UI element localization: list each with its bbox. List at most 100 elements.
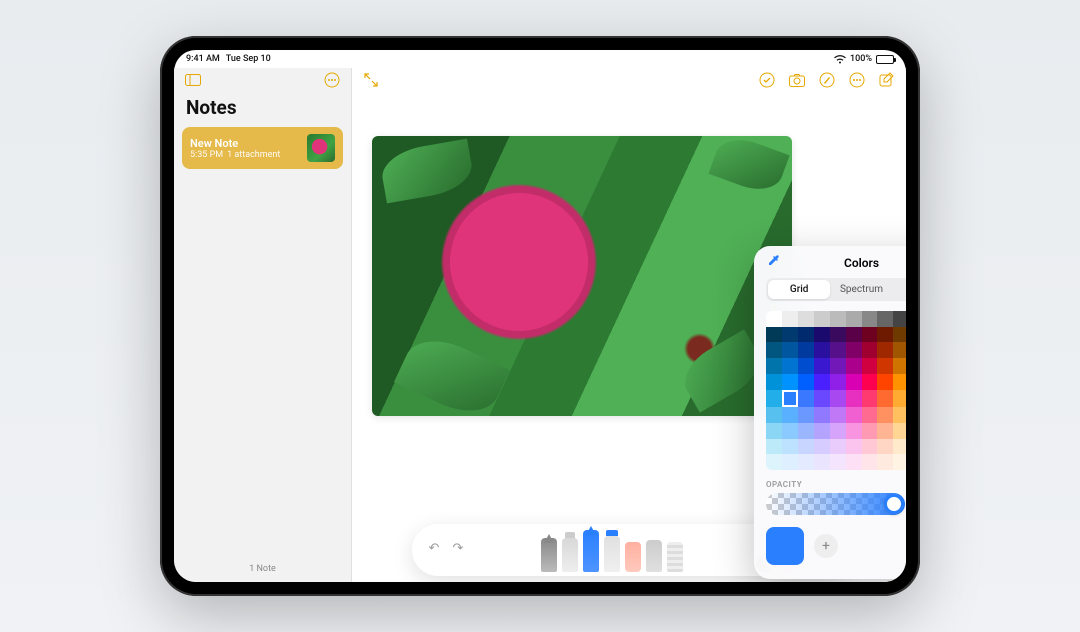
checklist-icon[interactable] — [758, 71, 776, 89]
color-cell[interactable] — [798, 423, 814, 439]
color-cell[interactable] — [814, 327, 830, 343]
undo-button[interactable]: ↶ — [424, 538, 444, 558]
color-cell[interactable] — [846, 358, 862, 374]
color-cell[interactable] — [830, 454, 846, 470]
pencil-tool[interactable] — [583, 530, 599, 572]
opacity-slider-thumb[interactable] — [884, 494, 904, 514]
color-cell[interactable] — [814, 439, 830, 455]
eraser-tool[interactable] — [625, 542, 641, 572]
color-cell[interactable] — [798, 358, 814, 374]
color-cell[interactable] — [877, 311, 893, 327]
eyedropper-icon[interactable] — [766, 253, 782, 273]
expand-icon[interactable] — [362, 71, 380, 89]
color-cell[interactable] — [766, 342, 782, 358]
color-cell[interactable] — [830, 407, 846, 423]
color-cell[interactable] — [814, 407, 830, 423]
color-cell[interactable] — [782, 439, 798, 455]
lasso-tool[interactable] — [646, 540, 662, 572]
color-cell[interactable] — [782, 374, 798, 390]
color-cell[interactable] — [846, 311, 862, 327]
color-cell[interactable] — [862, 342, 878, 358]
color-cell[interactable] — [862, 390, 878, 408]
color-cell[interactable] — [862, 327, 878, 343]
color-cell[interactable] — [814, 358, 830, 374]
color-cell[interactable] — [814, 342, 830, 358]
color-cell[interactable] — [782, 342, 798, 358]
color-cell[interactable] — [766, 407, 782, 423]
color-cell[interactable] — [893, 374, 906, 390]
color-cell[interactable] — [766, 423, 782, 439]
color-cell[interactable] — [846, 454, 862, 470]
color-cell[interactable] — [862, 311, 878, 327]
color-cell[interactable] — [830, 439, 846, 455]
color-cell[interactable] — [846, 407, 862, 423]
color-cell[interactable] — [877, 358, 893, 374]
color-cell[interactable] — [814, 423, 830, 439]
color-cell[interactable] — [893, 407, 906, 423]
color-cell[interactable] — [846, 342, 862, 358]
color-cell[interactable] — [814, 311, 830, 327]
color-cell[interactable] — [862, 374, 878, 390]
color-cell[interactable] — [877, 327, 893, 343]
color-cell[interactable] — [798, 374, 814, 390]
color-cell[interactable] — [893, 342, 906, 358]
pen-tool[interactable] — [541, 538, 557, 572]
color-cell[interactable] — [782, 423, 798, 439]
color-cell[interactable] — [766, 311, 782, 327]
sidebar-toggle-icon[interactable] — [184, 71, 202, 89]
compose-icon[interactable] — [878, 71, 896, 89]
color-cell[interactable] — [830, 327, 846, 343]
color-cell[interactable] — [782, 407, 798, 423]
color-cell[interactable] — [830, 342, 846, 358]
color-cell[interactable] — [862, 407, 878, 423]
redo-button[interactable]: ↷ — [448, 538, 468, 558]
color-cell[interactable] — [893, 439, 906, 455]
color-cell[interactable] — [830, 358, 846, 374]
opacity-slider[interactable] — [766, 493, 905, 515]
colors-tab-spectrum[interactable]: Spectrum — [830, 280, 892, 299]
color-cell[interactable] — [782, 327, 798, 343]
markup-icon[interactable] — [818, 71, 836, 89]
color-cell[interactable] — [893, 423, 906, 439]
color-cell[interactable] — [782, 454, 798, 470]
color-cell[interactable] — [798, 342, 814, 358]
color-cell[interactable] — [893, 311, 906, 327]
color-cell[interactable] — [862, 454, 878, 470]
color-cell[interactable] — [877, 454, 893, 470]
camera-icon[interactable] — [788, 71, 806, 89]
color-cell[interactable] — [766, 374, 782, 390]
color-cell[interactable] — [814, 390, 830, 408]
color-cell[interactable] — [798, 390, 814, 408]
color-cell[interactable] — [893, 454, 906, 470]
color-cell[interactable] — [846, 423, 862, 439]
color-cell[interactable] — [798, 454, 814, 470]
color-cell[interactable] — [893, 327, 906, 343]
color-cell[interactable] — [798, 327, 814, 343]
color-cell[interactable] — [782, 358, 798, 374]
highlighter-tool[interactable] — [604, 536, 620, 572]
color-cell[interactable] — [798, 311, 814, 327]
colors-tab-sliders[interactable]: Sliders — [893, 280, 906, 299]
color-cell[interactable] — [830, 374, 846, 390]
note-attachment-image[interactable] — [372, 136, 792, 416]
color-cell[interactable] — [814, 374, 830, 390]
more-options-icon[interactable] — [323, 71, 341, 89]
color-cell[interactable] — [846, 327, 862, 343]
color-cell[interactable] — [766, 358, 782, 374]
color-cell[interactable] — [877, 374, 893, 390]
color-cell[interactable] — [782, 311, 798, 327]
color-cell[interactable] — [846, 390, 862, 408]
color-cell[interactable] — [862, 439, 878, 455]
marker-tool[interactable] — [562, 538, 578, 572]
color-cell[interactable] — [766, 390, 782, 408]
color-cell[interactable] — [830, 311, 846, 327]
color-cell[interactable] — [846, 439, 862, 455]
color-cell[interactable] — [814, 454, 830, 470]
color-cell[interactable] — [798, 407, 814, 423]
color-cell[interactable] — [782, 390, 798, 408]
ruler-tool[interactable] — [667, 542, 683, 572]
color-cell[interactable] — [862, 423, 878, 439]
add-swatch-button[interactable]: + — [814, 534, 838, 558]
color-cell[interactable] — [877, 407, 893, 423]
note-list-item[interactable]: New Note 5:35 PM 1 attachment — [182, 127, 343, 169]
